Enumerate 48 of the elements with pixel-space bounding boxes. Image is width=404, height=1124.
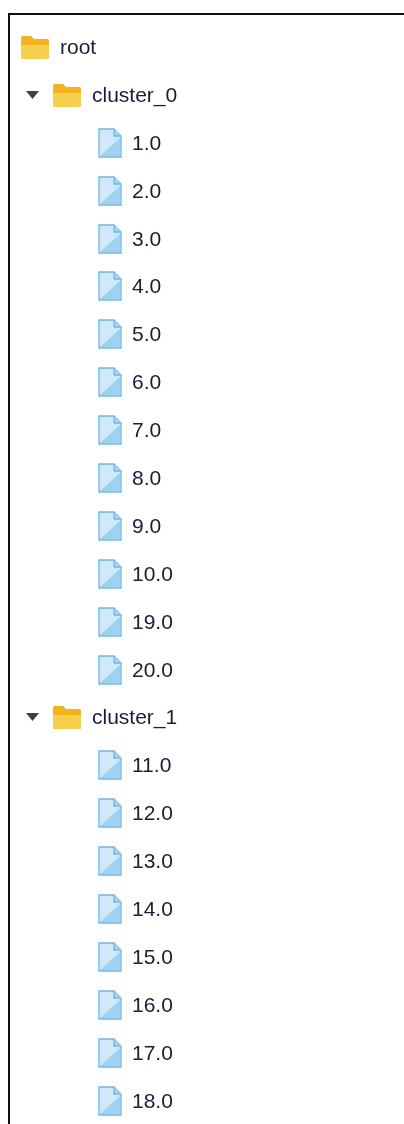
tree-item-label[interactable]: 4.0 — [132, 274, 162, 299]
document-icon — [98, 223, 122, 254]
document-icon — [98, 989, 122, 1020]
document-icon — [98, 606, 122, 637]
document-icon — [98, 654, 122, 685]
document-icon — [98, 893, 122, 924]
tree-item-label[interactable]: root — [60, 34, 97, 59]
document-icon — [98, 1037, 122, 1068]
tree-item-label[interactable]: 6.0 — [132, 370, 162, 395]
tree-item-label[interactable]: 9.0 — [132, 513, 162, 538]
tree-item-label[interactable]: cluster_0 — [92, 82, 178, 107]
folder-icon — [52, 705, 82, 730]
document-icon — [98, 462, 122, 493]
tree-item-label[interactable]: 2.0 — [132, 178, 162, 203]
document-icon — [98, 558, 122, 589]
document-icon — [98, 510, 122, 541]
document-icon — [98, 1085, 122, 1116]
tree-item-label[interactable]: 7.0 — [132, 418, 162, 443]
tree-item-label[interactable]: 3.0 — [132, 226, 162, 251]
document-icon — [98, 175, 122, 206]
tree-item-label[interactable]: cluster_1 — [92, 705, 178, 730]
tree-item-label[interactable]: 12.0 — [132, 801, 173, 826]
tree-item-label[interactable]: 11.0 — [132, 753, 172, 778]
expand-arrow-icon[interactable] — [26, 713, 39, 722]
document-icon — [98, 319, 122, 350]
tree-item-label[interactable]: 10.0 — [132, 561, 173, 586]
document-icon — [98, 127, 122, 158]
folder-icon — [52, 82, 82, 107]
folder-icon — [20, 34, 50, 59]
tree-item-label[interactable]: 8.0 — [132, 465, 162, 490]
tree-item-label[interactable]: 13.0 — [132, 849, 173, 874]
tree-item-label[interactable]: 20.0 — [132, 657, 173, 682]
tree-item-label[interactable]: 18.0 — [132, 1088, 173, 1113]
expand-arrow-icon[interactable] — [26, 90, 39, 99]
tree-item-label[interactable]: 16.0 — [132, 992, 173, 1017]
document-icon — [98, 271, 122, 302]
document-icon — [98, 941, 122, 972]
document-icon — [98, 367, 122, 398]
document-icon — [98, 415, 122, 446]
document-icon — [98, 798, 122, 829]
tree-item-label[interactable]: 17.0 — [132, 1040, 173, 1065]
tree-item-label[interactable]: 19.0 — [132, 609, 173, 634]
tree-item-label[interactable]: 14.0 — [132, 896, 173, 921]
tree-item-label[interactable]: 15.0 — [132, 944, 173, 969]
document-icon — [98, 846, 122, 877]
document-icon — [98, 750, 122, 781]
tree-item-label[interactable]: 1.0 — [132, 130, 162, 155]
tree-item-label[interactable]: 5.0 — [132, 322, 162, 347]
